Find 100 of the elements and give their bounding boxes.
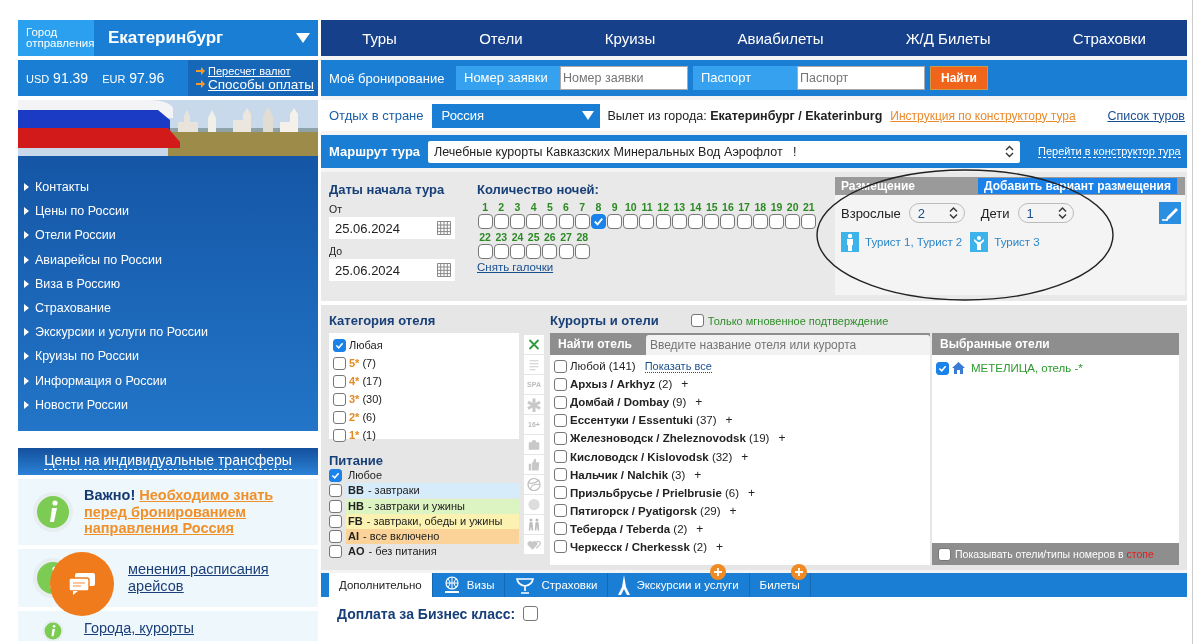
checkbox[interactable] [526, 244, 542, 259]
checkbox[interactable] [704, 214, 720, 229]
expand-toggle[interactable]: + [696, 521, 704, 536]
currency-link[interactable]: Пересчет валют [208, 64, 291, 77]
checkbox[interactable] [768, 214, 784, 229]
clear-checks-link[interactable]: Снять галочки [477, 261, 554, 273]
notice-link[interactable]: Важно! Необходимо знать перед бронированием направления Россия [84, 487, 308, 537]
nav-tab[interactable]: Ж/Д Билеты [905, 29, 991, 47]
expand-toggle[interactable]: + [778, 431, 786, 446]
checkbox[interactable] [736, 214, 752, 229]
checkbox[interactable] [329, 499, 342, 513]
checkbox[interactable] [574, 214, 590, 229]
currency-link[interactable]: Способы оплаты [208, 76, 314, 92]
checkbox[interactable] [526, 214, 542, 229]
checkbox[interactable] [333, 392, 346, 406]
checkbox[interactable] [554, 468, 567, 482]
sidebar-item[interactable]: Экскурсии и услуги по России [24, 320, 208, 345]
constructor-link[interactable]: Перейти в конструктор тура [1038, 145, 1181, 158]
sidebar-item[interactable]: Страхование [24, 295, 111, 321]
sidebar-item[interactable]: Виза в Россию [24, 271, 121, 296]
country-select[interactable]: Россия [431, 103, 600, 128]
sidebar-item[interactable]: Отели России [24, 223, 116, 248]
checkbox[interactable] [688, 214, 704, 229]
checkbox[interactable] [752, 214, 768, 229]
checkbox[interactable] [333, 410, 346, 424]
checkbox[interactable] [801, 214, 817, 229]
date-field[interactable]: 25.06.2024 [329, 217, 455, 239]
checkbox[interactable] [558, 244, 574, 259]
sidebar-item[interactable]: Информация о России [24, 368, 167, 393]
checkbox[interactable] [554, 522, 567, 536]
sidebar-item[interactable]: Авиарейсы по России [24, 247, 162, 272]
checkbox[interactable] [554, 395, 567, 409]
sidebar-item[interactable]: Круизы по России [24, 344, 139, 369]
date-field[interactable]: 25.06.2024 [329, 259, 455, 281]
passport-field[interactable]: Паспорт [797, 66, 925, 90]
checkbox[interactable] [554, 486, 567, 500]
expand-toggle[interactable]: + [694, 467, 702, 482]
show-all-link[interactable]: Показать все [644, 359, 712, 373]
tours-list-link[interactable]: Список туров [1107, 108, 1187, 123]
nav-tab[interactable]: Отели [479, 29, 523, 47]
checkbox[interactable] [329, 484, 342, 498]
expand-toggle[interactable]: + [729, 503, 737, 518]
checkbox[interactable] [333, 428, 346, 442]
checkbox[interactable] [329, 514, 342, 528]
nav-tab[interactable]: Страховки [1072, 29, 1146, 47]
checkbox[interactable] [493, 214, 509, 229]
checkbox[interactable] [477, 244, 493, 259]
tab[interactable]: Дополнительно [329, 573, 433, 597]
notice-link[interactable]: Города, курорты [84, 620, 194, 637]
thumbs-up-icon[interactable] [524, 455, 544, 474]
expand-toggle[interactable]: + [681, 377, 689, 392]
hotel-search-field[interactable]: Введите название отеля или курорта [645, 335, 930, 355]
checkbox[interactable] [590, 214, 606, 229]
sidebar-item[interactable]: Цены по России [24, 199, 129, 224]
checkbox[interactable] [690, 314, 704, 327]
checkbox[interactable] [329, 469, 342, 483]
edit-icon[interactable] [1159, 202, 1181, 224]
expand-toggle[interactable]: + [741, 449, 749, 464]
checkbox[interactable] [558, 214, 574, 229]
route-select[interactable]: Лечебные курорты Кавказских Минеральных Вод Аэрофлот ! [428, 140, 1021, 163]
sidebar-item[interactable]: Контакты [24, 175, 89, 200]
nav-tab[interactable]: Туры [362, 29, 397, 47]
checkbox[interactable] [554, 413, 567, 427]
sidebar-item[interactable]: Новости России [24, 392, 129, 417]
checkbox[interactable] [554, 359, 567, 373]
checkbox[interactable] [607, 214, 623, 229]
checkbox[interactable] [938, 547, 951, 561]
checkbox[interactable] [509, 214, 525, 229]
checkbox[interactable] [477, 214, 493, 229]
checkbox[interactable] [542, 244, 558, 259]
checkbox[interactable] [542, 214, 558, 229]
expand-toggle[interactable]: + [725, 413, 733, 428]
checkbox[interactable] [509, 244, 525, 259]
checkbox[interactable] [623, 214, 639, 229]
checkbox[interactable] [554, 377, 567, 391]
city-select[interactable]: Город отправления Екатеринбург [18, 20, 318, 56]
checkbox[interactable] [493, 244, 509, 259]
checkbox[interactable] [333, 338, 346, 352]
checkbox[interactable] [329, 529, 342, 543]
expand-toggle[interactable]: + [748, 485, 756, 500]
checkbox[interactable] [936, 361, 949, 375]
checkbox[interactable] [554, 450, 567, 463]
checkbox[interactable] [523, 606, 539, 621]
close-icon[interactable] [524, 335, 544, 354]
checkbox[interactable] [333, 374, 346, 388]
checkbox[interactable] [574, 244, 590, 259]
nav-tab[interactable]: Авиабилеты [737, 29, 824, 47]
checkbox[interactable] [671, 214, 687, 229]
checkbox[interactable] [720, 214, 736, 229]
notice-link[interactable]: менения расписания арейсов [128, 561, 269, 595]
checkbox[interactable] [639, 214, 655, 229]
checkbox[interactable] [554, 540, 567, 554]
nav-tab[interactable]: Круизы [604, 29, 656, 47]
order-number-field[interactable]: Номер заявки [560, 66, 688, 90]
expand-toggle[interactable]: + [695, 395, 703, 410]
checkbox[interactable] [785, 214, 801, 229]
checkbox[interactable] [333, 356, 346, 370]
expand-toggle[interactable]: + [716, 540, 724, 554]
checkbox[interactable] [329, 545, 342, 559]
checkbox[interactable] [554, 504, 567, 518]
